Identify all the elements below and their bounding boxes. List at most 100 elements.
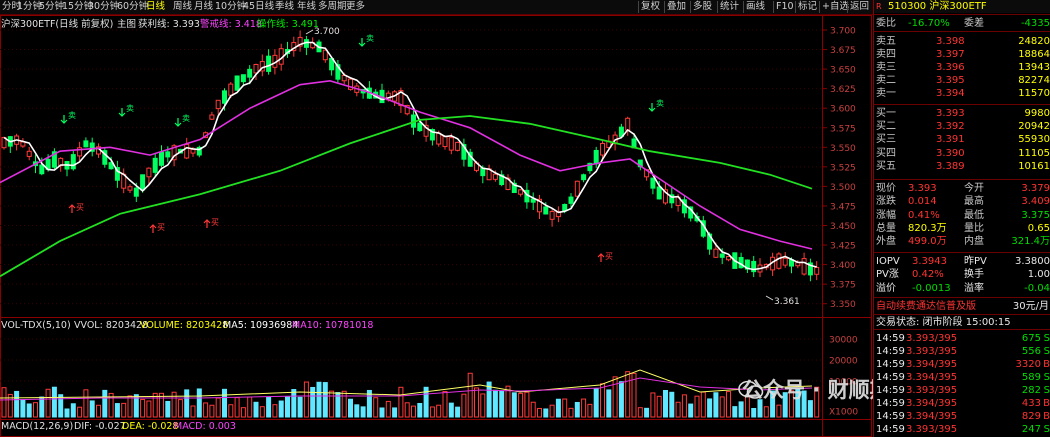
tab-10min[interactable]: 10分钟: [215, 0, 246, 14]
price-axis-label: 3.425: [830, 242, 856, 252]
price-axis-label: 3.525: [830, 163, 856, 173]
price-axis-label: 3.575: [830, 124, 856, 134]
volume-bar: [663, 390, 668, 418]
tab-weekly[interactable]: 周线: [173, 0, 192, 14]
iopv-label: 溢率: [964, 282, 984, 294]
low-price-label: 3.361: [774, 297, 800, 307]
volume-bar: [398, 386, 404, 418]
ask-price: 3.394: [936, 88, 965, 99]
tab-5min[interactable]: 5分钟: [39, 0, 64, 14]
price-axis-label: 3.500: [830, 183, 856, 193]
divider: [874, 314, 1050, 315]
volume-bar: [259, 406, 265, 418]
bid-price: 3.389: [936, 160, 965, 172]
volume-bar: [650, 392, 656, 418]
volume-bar: [404, 402, 410, 418]
tick-price: 3.394/395: [906, 359, 958, 370]
price-axis-label: 3.700: [830, 27, 856, 37]
volume-bar: [196, 388, 202, 418]
buy-signal-icon: [149, 224, 157, 233]
macd-indicator-name: MACD(12,26,9): [1, 421, 74, 432]
add-watchlist-button[interactable]: +自选: [822, 0, 849, 14]
mark-button[interactable]: 标记: [798, 0, 817, 14]
draw-line-button[interactable]: 画线: [746, 0, 765, 14]
fuquan-button[interactable]: 复权: [641, 0, 660, 14]
volume-bar: [442, 391, 448, 418]
volume-bar: [1, 387, 7, 418]
order-ratio-value: -16.70%: [908, 18, 950, 29]
tick-side: B: [1043, 359, 1050, 370]
candle-body: [593, 149, 599, 165]
tab-30min[interactable]: 30分钟: [88, 0, 119, 14]
volume-bar: [700, 391, 706, 418]
main-chart-label: 主图: [117, 19, 137, 30]
toolbar-divider: [638, 1, 639, 13]
tab-45day[interactable]: 45日线: [243, 0, 274, 14]
stat-value: 3.375: [1021, 209, 1050, 221]
f10-button[interactable]: F10: [776, 0, 794, 14]
bid-level-label: 买五: [876, 160, 896, 172]
candle-body: [83, 140, 89, 148]
ask-level-row: 卖五 3.398 24820: [874, 35, 1050, 48]
stats-button[interactable]: 统计: [720, 0, 739, 14]
tab-more[interactable]: 更多: [346, 0, 365, 14]
volume-bar: [417, 402, 423, 418]
candle-body: [417, 122, 423, 132]
volume-bar: [726, 391, 731, 418]
low-marker-line: [765, 295, 774, 301]
bid-level-label: 买四: [876, 147, 896, 159]
security-code-name: 510300 沪深300ETF: [888, 1, 987, 12]
stat-label: 内盘: [964, 236, 984, 248]
volume-bar: [492, 389, 498, 418]
macd-dea: DEA: -0.028: [122, 421, 179, 432]
trade-status: 交易状态: 闭市阶段 15:00:15: [874, 316, 1050, 329]
divider: [874, 252, 1050, 253]
volume-indicator-name: VOL-TDX(5,10): [1, 320, 71, 331]
multi-stock-button[interactable]: 多股: [693, 0, 712, 14]
quote-stat-row: 涨幅 0.41% 最低 3.375: [874, 209, 1050, 222]
volume-bar: [474, 387, 479, 418]
stat-value: 0.65: [1027, 222, 1050, 234]
volume-bar: [644, 407, 650, 418]
candle-body: [814, 266, 820, 275]
promo-banner[interactable]: 自动续费通达信普及版 30元/月: [874, 300, 1050, 313]
tab-60min[interactable]: 60分钟: [117, 0, 148, 14]
stat-label: 涨幅: [876, 209, 896, 221]
stat-value: 0.014: [908, 196, 937, 208]
volume-bar: [568, 407, 574, 418]
tab-daily[interactable]: 日线: [146, 0, 165, 14]
volume-ma5: MA5: 10936984: [223, 320, 299, 331]
volume-ma5-line: [0, 369, 813, 399]
volume-bar: [392, 407, 398, 418]
tick-price: 3.393/395: [906, 346, 958, 357]
volume-bar: [587, 403, 593, 418]
volume-bar: [600, 383, 605, 418]
volume-bar: [738, 401, 744, 418]
volume-bar: [379, 407, 385, 418]
volume-bar: [354, 404, 360, 418]
toolbar-divider: [795, 1, 796, 13]
candle-body: [562, 203, 568, 212]
volume-bar: [669, 391, 675, 418]
sell-signal-icon: [174, 118, 182, 127]
candle-body: [39, 164, 45, 175]
buy-signal-icon: [203, 219, 211, 228]
volume-bar: [297, 396, 303, 418]
stat-label: 今开: [964, 183, 984, 194]
tab-quarterly[interactable]: 季线: [275, 0, 294, 14]
macd-dif: DIF: -0.027: [74, 421, 126, 432]
sell-signal-label: 卖: [182, 114, 190, 123]
toolbar-divider: [743, 1, 744, 13]
volume-bar: [83, 389, 89, 418]
overlay-button[interactable]: 叠加: [667, 0, 686, 14]
bid-price: 3.391: [936, 134, 965, 146]
back-button[interactable]: 返回: [850, 0, 869, 14]
candle-body: [448, 137, 454, 151]
tick-volume: 829: [1021, 411, 1041, 422]
stat-label: 涨跌: [876, 196, 896, 208]
tab-monthly[interactable]: 月线: [194, 0, 213, 14]
tab-yearly[interactable]: 年线: [297, 0, 316, 14]
tab-multi-period[interactable]: 多周期: [318, 0, 347, 14]
buy-signal-icon: [68, 204, 76, 213]
candle-body: [719, 253, 725, 258]
